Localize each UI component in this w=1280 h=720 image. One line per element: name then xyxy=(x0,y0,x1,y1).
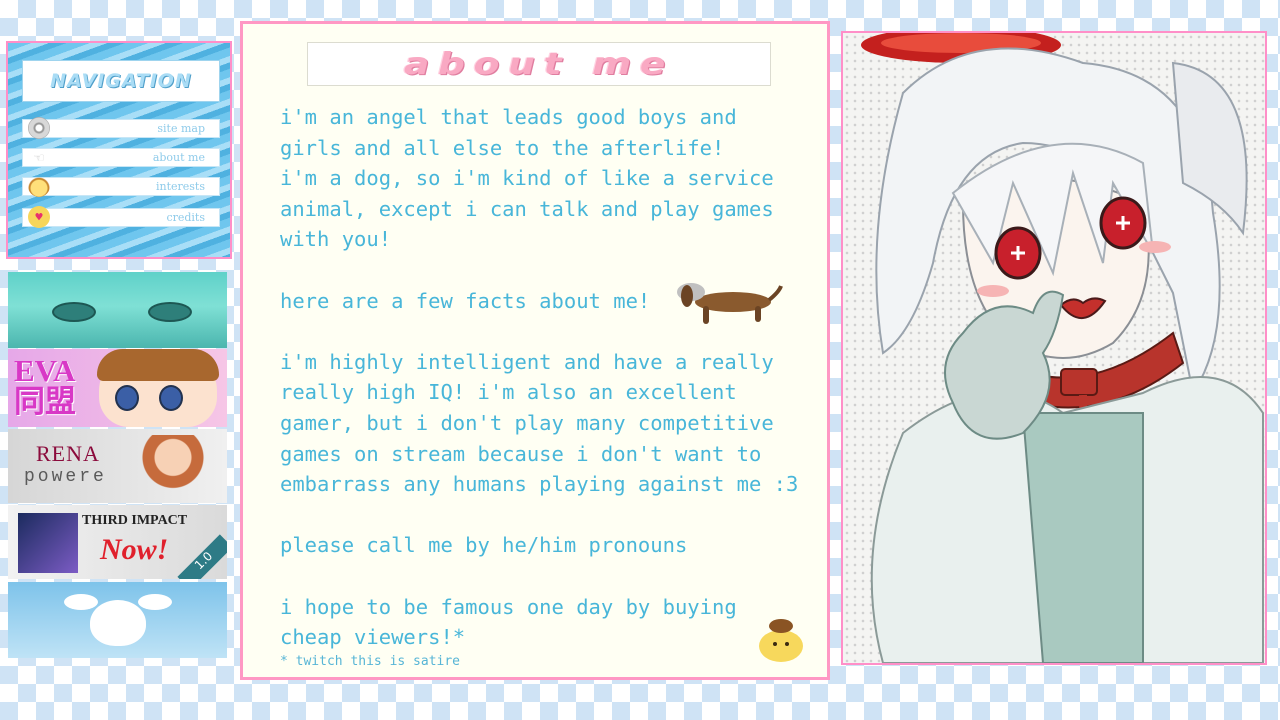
about-me-title-box: about me xyxy=(307,42,771,86)
about-me-body: i'm an angel that leads good boys and gi… xyxy=(280,102,828,653)
pronouns-paragraph: please call me by he/him pronouns xyxy=(280,533,688,558)
dog-angel-illustration xyxy=(861,33,1264,663)
navigation-panel: NAVIGATION site map about me ☜ interests… xyxy=(6,41,232,259)
heart-icon: ♥ xyxy=(28,206,50,228)
nav-item-about-me[interactable]: about me xyxy=(22,148,220,167)
rena-powered-blinkie: RENA powere xyxy=(8,429,227,503)
nav-item-interests[interactable]: interests xyxy=(22,177,220,196)
eyes-blinkie xyxy=(8,272,227,348)
navigation-title: NAVIGATION xyxy=(22,60,220,102)
character-artwork xyxy=(841,31,1267,665)
cd-icon xyxy=(28,117,50,139)
about-me-panel: about me i'm an angel that leads good bo… xyxy=(240,21,830,680)
third-impact-now: Now! xyxy=(100,533,169,566)
nav-item-label: about me xyxy=(152,151,205,164)
eva-blinkie-text: EVA 同盟 xyxy=(14,353,76,419)
intro-paragraph: i'm an angel that leads good boys and gi… xyxy=(280,105,774,252)
page-title: about me xyxy=(403,46,675,82)
rena-blinkie-subtitle: powere xyxy=(24,467,107,487)
third-impact-blinkie: THIRD IMPACT Now! 1.0 xyxy=(8,505,227,579)
nav-item-label: credits xyxy=(166,211,205,224)
cinnamoroll-blinkie xyxy=(8,582,227,658)
nav-item-credits[interactable]: credits xyxy=(22,208,220,227)
nav-item-site-map[interactable]: site map xyxy=(22,119,220,138)
pompompurin-sticker xyxy=(759,619,803,662)
pointing-hand-icon: ☜ xyxy=(34,147,44,167)
famous-paragraph: i hope to be famous one day by buying ch… xyxy=(280,594,737,650)
intelligence-paragraph: i'm highly intelligent and have a really… xyxy=(280,349,799,497)
satire-footnote: * twitch this is satire xyxy=(280,654,461,669)
nav-item-label: interests xyxy=(155,180,205,193)
rena-blinkie-title: RENA xyxy=(36,441,100,466)
dachshund-icon xyxy=(677,283,783,324)
third-impact-version: 1.0 xyxy=(177,534,227,579)
eva-doumei-blinkie: EVA 同盟 xyxy=(8,349,227,427)
nav-item-label: site map xyxy=(157,122,205,135)
third-impact-title: THIRD IMPACT xyxy=(82,513,188,528)
pompompurin-icon xyxy=(28,175,50,197)
